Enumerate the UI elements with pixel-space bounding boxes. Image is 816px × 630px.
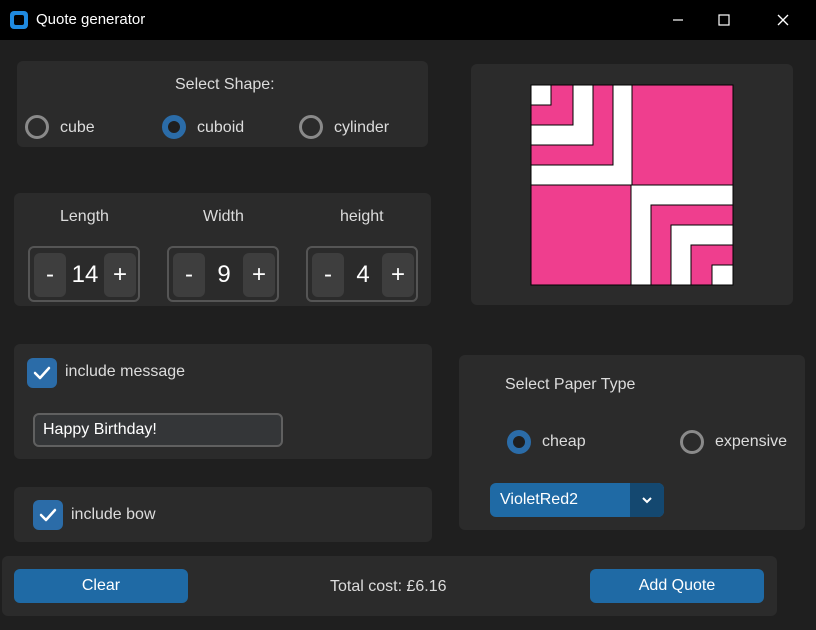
length-decrement-button[interactable]: -	[34, 253, 66, 297]
radio-cheap[interactable]	[507, 430, 531, 454]
height-increment-button[interactable]: +	[382, 253, 414, 297]
add-quote-button[interactable]: Add Quote	[590, 569, 764, 603]
include-bow-checkbox[interactable]	[33, 500, 63, 530]
width-value[interactable]: 9	[207, 254, 241, 296]
close-button[interactable]	[760, 0, 806, 40]
length-stepper: - 14 +	[28, 246, 140, 302]
preview-panel	[471, 64, 793, 305]
app-icon	[10, 11, 28, 29]
length-increment-button[interactable]: +	[104, 253, 136, 297]
message-input[interactable]: Happy Birthday!	[33, 413, 283, 447]
paper-panel: Select Paper Type cheap expensive Violet…	[459, 355, 805, 530]
width-increment-button[interactable]: +	[243, 253, 275, 297]
radio-cheap-label[interactable]: cheap	[542, 433, 586, 451]
paper-color-select[interactable]: VioletRed2	[490, 483, 664, 517]
dropdown-button[interactable]	[630, 483, 664, 517]
maximize-button[interactable]	[701, 0, 747, 40]
checkmark-icon	[33, 366, 51, 380]
bow-panel: include bow	[14, 487, 432, 542]
width-stepper: - 9 +	[167, 246, 279, 302]
minimize-icon	[673, 19, 683, 21]
paper-color-value: VioletRed2	[500, 491, 578, 508]
height-label: height	[340, 208, 384, 225]
length-value[interactable]: 14	[68, 254, 102, 296]
include-bow-label[interactable]: include bow	[71, 506, 156, 524]
minimize-button[interactable]	[655, 0, 701, 40]
length-label: Length	[60, 208, 109, 225]
close-icon	[777, 14, 789, 26]
radio-cube[interactable]	[25, 115, 49, 139]
message-input-value: Happy Birthday!	[43, 421, 157, 438]
title-bar: Quote generator	[0, 0, 816, 40]
dimensions-panel: Length Width height - 14 + - 9 + - 4 +	[14, 193, 431, 306]
clear-button[interactable]: Clear	[14, 569, 188, 603]
radio-cuboid[interactable]	[162, 115, 186, 139]
checkmark-icon	[39, 508, 57, 522]
radio-cuboid-label[interactable]: cuboid	[197, 119, 244, 137]
width-label: Width	[203, 208, 244, 225]
maximize-icon	[718, 14, 730, 26]
window-title: Quote generator	[36, 11, 146, 28]
height-value[interactable]: 4	[346, 254, 380, 296]
include-message-label[interactable]: include message	[65, 363, 185, 381]
paper-pattern-preview	[530, 84, 734, 286]
radio-cube-label[interactable]: cube	[60, 119, 95, 137]
width-decrement-button[interactable]: -	[173, 253, 205, 297]
radio-expensive-label[interactable]: expensive	[715, 433, 787, 451]
shape-panel: Select Shape: cube cuboid cylinder	[17, 61, 428, 147]
shape-panel-title: Select Shape:	[175, 76, 275, 93]
radio-cylinder[interactable]	[299, 115, 323, 139]
chevron-down-icon	[642, 497, 652, 504]
total-cost: Total cost: £6.16	[330, 578, 447, 595]
message-panel: include message Happy Birthday!	[14, 344, 432, 459]
include-message-checkbox[interactable]	[27, 358, 57, 388]
height-decrement-button[interactable]: -	[312, 253, 344, 297]
height-stepper: - 4 +	[306, 246, 418, 302]
radio-cylinder-label[interactable]: cylinder	[334, 119, 389, 137]
radio-expensive[interactable]	[680, 430, 704, 454]
paper-panel-title: Select Paper Type	[505, 376, 636, 393]
footer-panel: Clear Total cost: £6.16 Add Quote	[2, 556, 777, 616]
